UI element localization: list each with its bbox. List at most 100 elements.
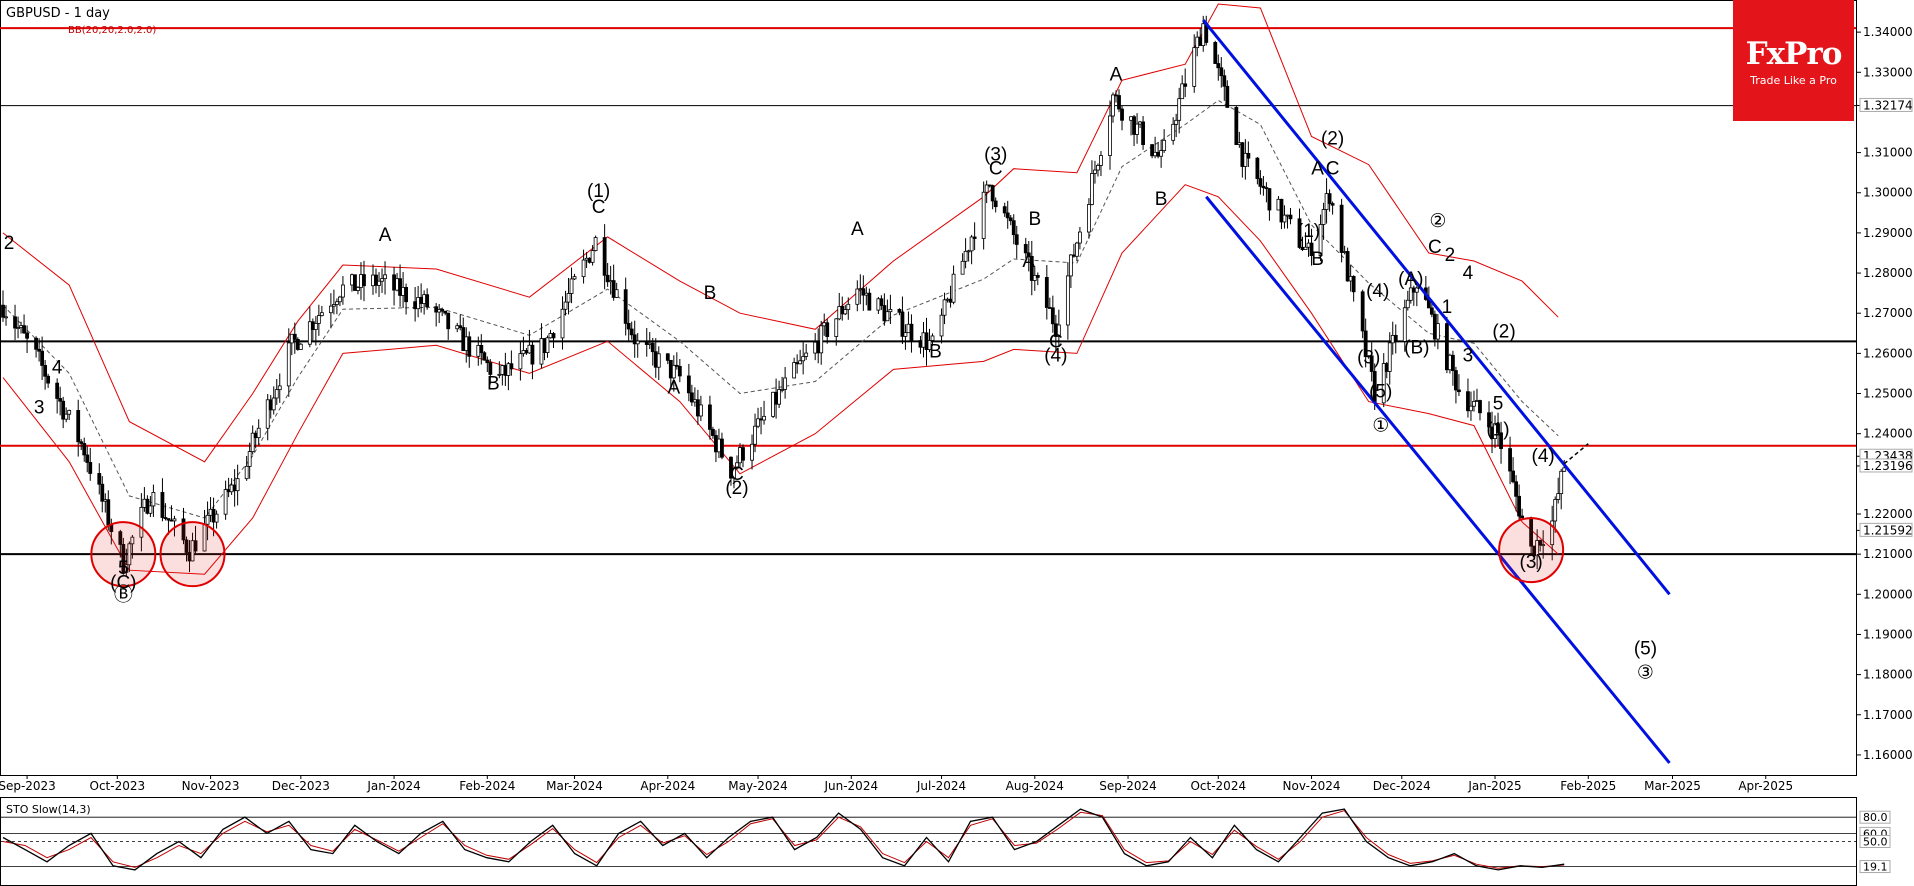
candle-body bbox=[1279, 198, 1284, 223]
candle-body bbox=[1348, 275, 1353, 282]
wave-label: C bbox=[1428, 237, 1442, 258]
candle-body bbox=[485, 359, 490, 364]
candle-body bbox=[762, 415, 766, 421]
candle-body bbox=[885, 311, 890, 322]
candle-body bbox=[395, 278, 399, 291]
candle-body bbox=[97, 473, 102, 485]
candle-body bbox=[819, 325, 824, 354]
candle-body bbox=[43, 365, 48, 377]
candle-body bbox=[106, 499, 111, 526]
candle-body bbox=[443, 310, 448, 314]
candle-body bbox=[100, 483, 105, 502]
candle-body bbox=[1114, 94, 1118, 97]
candle-body bbox=[1255, 157, 1260, 179]
candle-body bbox=[1198, 36, 1203, 46]
y-tick-label: 1.18000 bbox=[1863, 668, 1913, 682]
candle-body bbox=[1478, 400, 1482, 414]
wave-label: B bbox=[487, 374, 500, 395]
sto-d-line bbox=[2, 810, 1565, 869]
candle-body bbox=[1171, 123, 1176, 141]
candle-body bbox=[160, 492, 165, 518]
wave-label: (3) bbox=[1520, 552, 1543, 573]
candle-body bbox=[1234, 107, 1239, 145]
candle-body bbox=[271, 397, 276, 411]
candle-body bbox=[1451, 354, 1455, 371]
candle-body bbox=[918, 340, 923, 348]
y-tick-label: 1.33000 bbox=[1863, 65, 1913, 79]
candle-body bbox=[753, 425, 757, 445]
candle-body bbox=[1282, 214, 1287, 223]
candle-body bbox=[328, 305, 333, 314]
candle-body bbox=[1243, 152, 1248, 167]
candle-body bbox=[1432, 313, 1437, 340]
candle-body bbox=[1402, 307, 1407, 342]
x-tick-label: Feb-2024 bbox=[459, 779, 515, 793]
candle-body bbox=[1327, 193, 1332, 204]
wave-label: A bbox=[1311, 159, 1324, 180]
candle-body bbox=[1324, 193, 1329, 210]
candle-body bbox=[142, 498, 147, 508]
highlight-circles bbox=[90, 517, 1565, 588]
logo-tagline: Trade Like a Pro bbox=[1750, 74, 1837, 87]
candle-body bbox=[398, 278, 402, 296]
wave-label: (1) bbox=[1486, 420, 1509, 441]
candle-body bbox=[948, 298, 953, 303]
wave-label: (4) bbox=[1366, 281, 1389, 302]
candle-body bbox=[1141, 121, 1145, 145]
price-axis: 1.34000 1.33000 1.32174 1.31000 1.30000 1.290… bbox=[1856, 25, 1913, 762]
candle-body bbox=[338, 296, 342, 303]
candle-body bbox=[253, 432, 258, 439]
wave-label: C bbox=[1326, 159, 1340, 180]
candle-body bbox=[888, 308, 893, 313]
candle-body bbox=[313, 323, 318, 330]
candle-body bbox=[1096, 164, 1100, 171]
candle-body bbox=[359, 274, 363, 288]
candle-body bbox=[1120, 108, 1124, 121]
wave-label: (2) bbox=[1492, 321, 1515, 342]
candle-body bbox=[1150, 144, 1155, 157]
candle-body bbox=[611, 280, 616, 298]
candle-body bbox=[13, 316, 17, 329]
y-tick-label: 1.29000 bbox=[1863, 226, 1913, 240]
candle-body bbox=[1008, 217, 1013, 222]
candle-body bbox=[208, 508, 213, 516]
candle-body bbox=[467, 336, 472, 357]
candle-body bbox=[581, 259, 586, 278]
wave-label: B bbox=[929, 341, 942, 362]
candle-body bbox=[37, 348, 42, 352]
candle-body bbox=[1556, 493, 1561, 500]
candle-body bbox=[843, 309, 848, 315]
candle-body bbox=[750, 443, 754, 461]
candle-body bbox=[614, 289, 619, 298]
candle-body bbox=[350, 274, 354, 286]
candle-body bbox=[88, 462, 93, 474]
candle-body bbox=[1469, 405, 1473, 412]
candle-body bbox=[945, 298, 950, 301]
candle-body bbox=[861, 288, 866, 296]
candle-body bbox=[1511, 470, 1515, 483]
candle-body bbox=[103, 499, 108, 502]
projection-arrow bbox=[1563, 443, 1589, 465]
wave-label: A bbox=[379, 225, 392, 246]
candle-body bbox=[879, 298, 884, 306]
candle-body bbox=[686, 375, 691, 394]
candle-body bbox=[816, 341, 821, 354]
candle-body bbox=[981, 191, 986, 239]
candle-body bbox=[476, 345, 481, 357]
candle-body bbox=[1240, 142, 1245, 167]
candle-body bbox=[951, 273, 956, 303]
candle-body bbox=[461, 327, 466, 351]
x-tick-label: Nov-2023 bbox=[182, 779, 240, 793]
candle-body bbox=[377, 280, 381, 286]
candle-body bbox=[223, 489, 228, 515]
y-tick-label: 1.26000 bbox=[1863, 346, 1913, 360]
candle-body bbox=[1047, 307, 1052, 309]
candle-body bbox=[587, 257, 592, 263]
candle-body bbox=[169, 519, 174, 522]
chart-title: GBPUSD - 1 day bbox=[6, 6, 110, 21]
candle-body bbox=[76, 410, 81, 443]
candle-body bbox=[1132, 116, 1136, 135]
wave-label: 2 bbox=[1445, 245, 1456, 266]
candle-body bbox=[1387, 342, 1392, 372]
candle-body bbox=[274, 389, 279, 399]
